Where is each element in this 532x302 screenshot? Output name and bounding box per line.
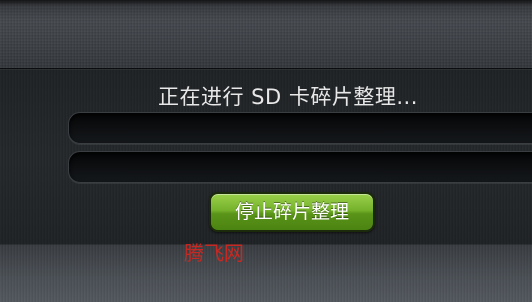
defrag-status-title: 正在进行 SD 卡碎片整理... [158, 85, 418, 109]
bottom-background [0, 245, 532, 302]
top-background [0, 0, 532, 68]
watermark-text: 腾飞网 [184, 241, 244, 265]
stop-defrag-button[interactable]: 停止碎片整理 [209, 192, 375, 232]
defrag-screen: 正在进行 SD 卡碎片整理... 停止碎片整理 腾飞网 [0, 0, 532, 302]
progress-bar-secondary [68, 151, 532, 183]
progress-bar-primary [68, 112, 532, 144]
